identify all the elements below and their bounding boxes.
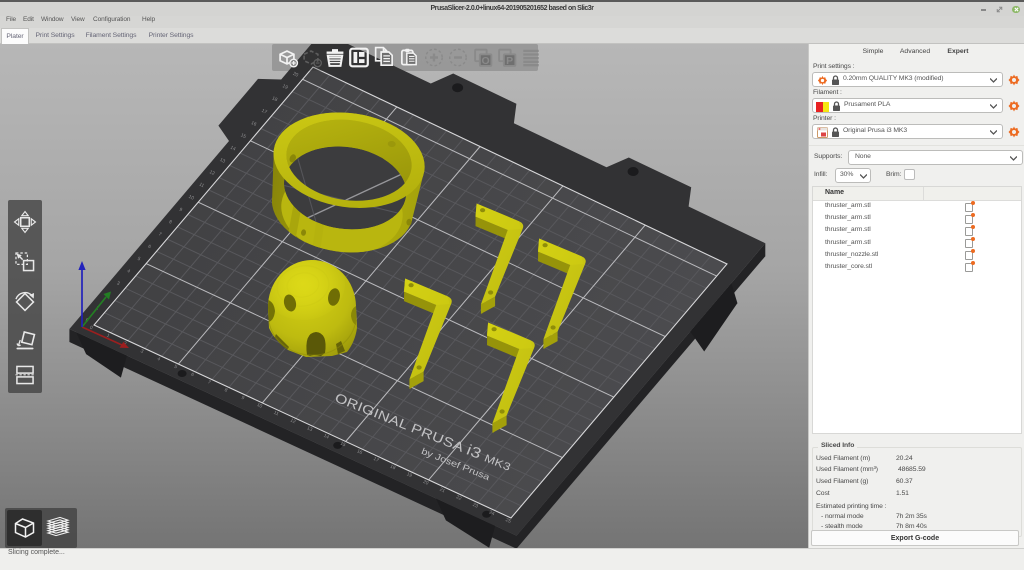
svg-text:O: O xyxy=(482,55,490,67)
svg-text:P: P xyxy=(506,55,513,67)
